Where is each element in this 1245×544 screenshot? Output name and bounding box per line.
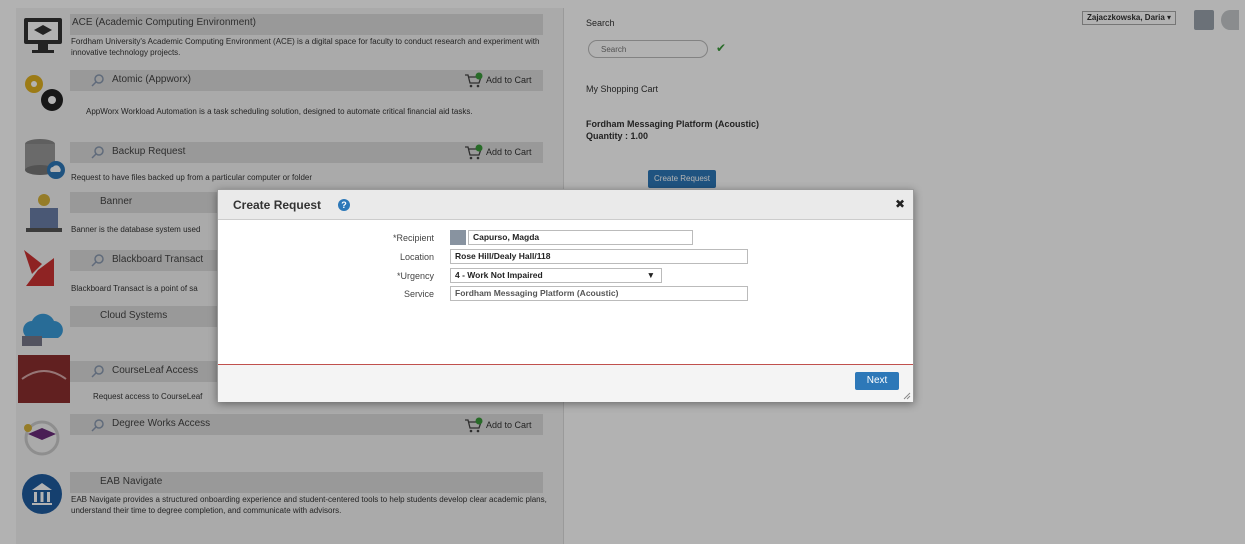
urgency-label: *Urgency <box>396 271 434 281</box>
avatar <box>450 230 466 245</box>
help-icon[interactable]: ? <box>338 199 350 211</box>
dialog-header: Create Request ? ✖ <box>218 190 913 220</box>
recipient-field[interactable]: Capurso, Magda <box>468 230 693 245</box>
chevron-down-icon: ▼ <box>646 270 655 280</box>
recipient-label: *Recipient <box>392 233 434 243</box>
location-field[interactable]: Rose Hill/Dealy Hall/118 <box>450 249 748 264</box>
service-field: Fordham Messaging Platform (Acoustic) <box>450 286 748 301</box>
urgency-select[interactable]: 4 - Work Not Impaired ▼ <box>450 268 662 283</box>
close-icon[interactable]: ✖ <box>895 197 905 211</box>
service-label: Service <box>403 289 434 299</box>
resize-handle-icon[interactable] <box>903 392 911 400</box>
dialog-footer: Next <box>218 365 913 402</box>
create-request-dialog: Create Request ? ✖ *Recipient Capurso, M… <box>217 189 914 402</box>
location-label: Location <box>399 252 434 262</box>
dialog-title: Create Request <box>233 198 322 212</box>
next-button[interactable]: Next <box>855 372 899 390</box>
